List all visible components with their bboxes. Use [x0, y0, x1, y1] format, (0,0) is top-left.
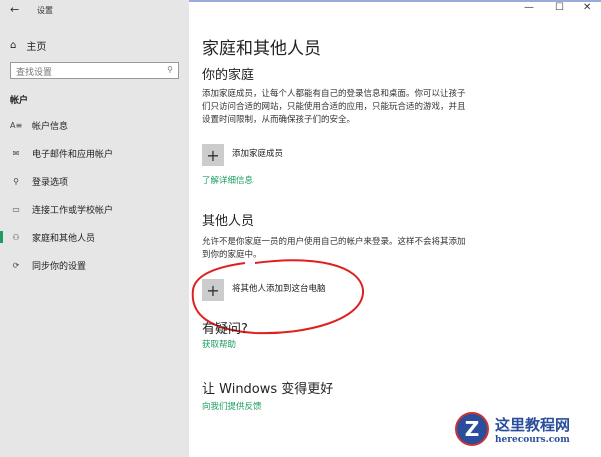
briefcase-icon: ▭: [12, 205, 20, 214]
account-info-icon: A≡: [10, 121, 23, 130]
family-heading: 你的家庭: [202, 68, 255, 83]
home-label: 主页: [26, 42, 47, 53]
home-icon: ⌂: [10, 40, 17, 51]
item-label: 连接工作或学校帐户: [32, 206, 114, 216]
section-heading: 帐户: [10, 96, 29, 106]
sidebar-item-sync[interactable]: ⟳ 同步你的设置: [10, 259, 86, 272]
maximize-button[interactable]: ☐: [555, 2, 564, 13]
sidebar-item-signin[interactable]: ⚲ 登录选项: [10, 175, 68, 188]
watermark-logo: Z 这里教程网 herecours.com: [455, 412, 570, 446]
sidebar-home[interactable]: ⌂ 主页: [10, 38, 46, 53]
search-input[interactable]: 查找设置 ⚲: [10, 62, 179, 79]
plus-icon: +: [202, 144, 224, 166]
get-help-link[interactable]: 获取帮助: [202, 338, 236, 350]
back-button[interactable]: ←: [10, 3, 19, 16]
search-icon: ⚲: [167, 65, 173, 74]
others-heading: 其他人员: [202, 214, 255, 229]
key-icon: ⚲: [13, 177, 19, 186]
person-icon: ⚇: [12, 233, 20, 242]
minimize-button[interactable]: —: [524, 2, 534, 13]
logo-icon: Z: [455, 412, 489, 446]
sidebar-item-email[interactable]: ✉ 电子邮件和应用帐户: [10, 147, 113, 160]
mail-icon: ✉: [12, 149, 20, 158]
search-placeholder: 查找设置: [16, 68, 53, 78]
app-title: 设置: [37, 6, 53, 15]
logo-url: herecours.com: [495, 434, 570, 445]
question-heading: 有疑问?: [202, 322, 248, 337]
item-label: 帐户信息: [32, 122, 69, 132]
sidebar-item-family[interactable]: ⚇ 家庭和其他人员: [10, 231, 95, 244]
sidebar-item-work[interactable]: ▭ 连接工作或学校帐户: [10, 203, 113, 216]
item-label: 电子邮件和应用帐户: [32, 150, 114, 160]
family-description: 添加家庭成员，让每个人都能有自己的登录信息和桌面。你可以让孩子们只访问合适的网站…: [202, 89, 466, 125]
sidebar: ← 设置 ⌂ 主页 查找设置 ⚲ 帐户 A≡ 帐户信息 ✉ 电子邮件和应用帐户 ⚲ 登录选…: [0, 0, 189, 457]
sync-icon: ⟳: [12, 261, 20, 270]
item-label: 登录选项: [32, 178, 69, 188]
item-label: 家庭和其他人员: [32, 234, 96, 244]
learn-more-link[interactable]: 了解详细信息: [202, 174, 253, 186]
page-title: 家庭和其他人员: [202, 39, 321, 59]
add-family-label: 添加家庭成员: [232, 149, 284, 159]
add-family-button[interactable]: + 添加家庭成员: [202, 144, 283, 166]
item-label: 同步你的设置: [32, 262, 87, 272]
logo-name: 这里教程网: [495, 415, 571, 434]
selection-indicator: [0, 231, 3, 243]
feedback-link[interactable]: 向我们提供反馈: [202, 400, 262, 412]
close-button[interactable]: ✕: [583, 2, 591, 13]
sidebar-item-account-info[interactable]: A≡ 帐户信息: [10, 119, 68, 132]
improve-heading: 让 Windows 变得更好: [202, 382, 334, 397]
